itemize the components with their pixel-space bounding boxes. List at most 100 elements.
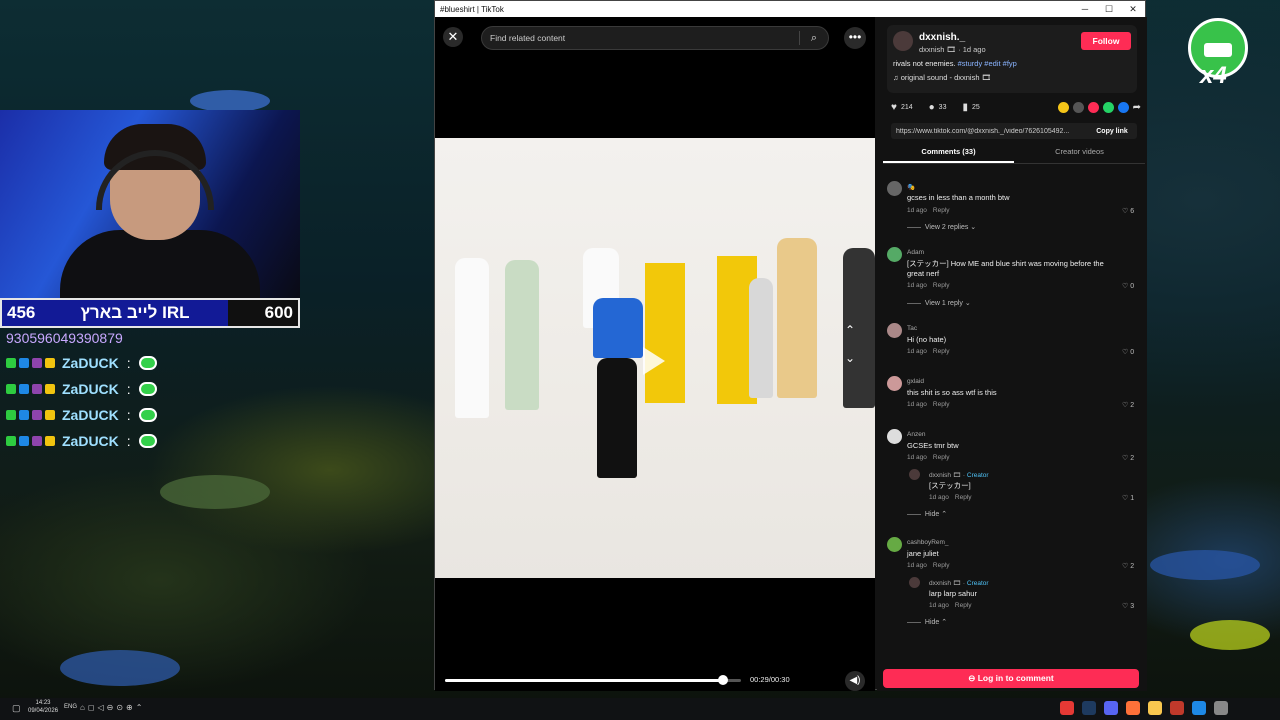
minimize-button[interactable]: ─ (1073, 4, 1097, 14)
more-options-icon[interactable]: ••• (844, 27, 866, 49)
view-replies-button[interactable]: —— View 2 replies ⌄ (907, 223, 976, 231)
play-icon[interactable] (643, 347, 665, 375)
app-icon[interactable] (1192, 701, 1206, 715)
next-video-icon[interactable]: ⌄ (845, 351, 855, 365)
search-input[interactable] (482, 33, 799, 43)
comment-time: 1d ago (907, 207, 927, 214)
comment-likes[interactable]: ♡ 0 (1122, 282, 1134, 290)
follow-button[interactable]: Follow (1081, 32, 1131, 50)
volume-icon[interactable]: ◀) (845, 671, 865, 691)
search-icon[interactable]: ⌕ (800, 32, 828, 45)
avatar[interactable] (887, 537, 902, 552)
close-window-button[interactable]: ✕ (1121, 4, 1145, 15)
system-tray-icons[interactable]: ⌂◻◁⊖⊙⊕⌃ (80, 703, 145, 712)
time-display: 00:29/00:30 (750, 675, 790, 684)
reply-author-name[interactable]: dxxnish 🎞 · (929, 580, 967, 587)
comment-author[interactable]: Adam (907, 249, 924, 256)
reply-button[interactable]: Reply (933, 562, 950, 569)
avatar[interactable] (909, 469, 920, 480)
reply-button[interactable]: Reply (933, 282, 950, 289)
login-to-comment-button[interactable]: ⊖ Log in to comment (883, 669, 1139, 688)
avatar[interactable] (887, 429, 902, 444)
video-frame[interactable] (435, 138, 875, 578)
avatar[interactable] (887, 323, 902, 338)
clock[interactable]: 14:23 09/04/2026 (28, 699, 58, 715)
tab-comments[interactable]: Comments (33) (883, 147, 1014, 163)
share-arrow-icon[interactable]: ➦ (1133, 102, 1141, 113)
comment-likes[interactable]: ♡ 2 (1122, 454, 1134, 462)
tab-creator-videos[interactable]: Creator videos (1014, 147, 1145, 163)
comment-likes[interactable]: ♡ 2 (1122, 401, 1134, 409)
facebook-icon[interactable] (1117, 101, 1129, 113)
view-replies-button[interactable]: —— View 1 reply ⌄ (907, 299, 971, 307)
badge-icon (19, 358, 29, 368)
comment-author[interactable]: cashboyRem_ (907, 539, 949, 546)
bookmark-icon[interactable]: ▮ (962, 102, 968, 113)
comment-likes[interactable]: ♡ 0 (1122, 348, 1134, 356)
progress-knob[interactable] (718, 675, 729, 685)
obs-icon[interactable] (1170, 701, 1184, 715)
caption-hashtags[interactable]: #sturdy #edit #fyp (958, 59, 1017, 68)
avatar[interactable] (887, 376, 902, 391)
music-info[interactable]: ♫ original sound - dxxnish 🎞 (893, 73, 991, 82)
reply-likes[interactable]: ♡ 3 (1122, 602, 1134, 610)
close-icon[interactable]: ✕ (443, 27, 463, 47)
file-explorer-icon[interactable] (1148, 701, 1162, 715)
notification-icon[interactable]: ▢ (12, 703, 21, 714)
maximize-button[interactable]: ☐ (1097, 4, 1121, 15)
comment-author[interactable]: 🎭 (907, 183, 915, 191)
whatsapp-icon[interactable] (1102, 101, 1114, 113)
comment-likes[interactable]: ♡ 2 (1122, 562, 1134, 570)
badge-icon (6, 410, 16, 420)
avatar[interactable] (887, 181, 902, 196)
reply-button[interactable]: Reply (933, 454, 950, 461)
search-bar[interactable]: ⌕ (481, 26, 829, 50)
reply-button[interactable]: Reply (933, 401, 950, 408)
reply-likes[interactable]: ♡ 1 (1122, 494, 1134, 502)
reply-button[interactable]: Reply (955, 494, 972, 501)
firefox-icon[interactable] (1126, 701, 1140, 715)
reply-button[interactable]: Reply (933, 348, 950, 355)
copy-link-button[interactable]: Copy link (1087, 128, 1137, 135)
discord-icon[interactable] (1104, 701, 1118, 715)
reply-meta: 1d ago Reply (929, 602, 978, 609)
chat-line: ZaDUCK : (6, 352, 176, 374)
app-icon[interactable] (1214, 701, 1228, 715)
badge-icon (45, 410, 55, 420)
language-indicator[interactable]: ENG (64, 704, 77, 710)
comment-meta: 1d ago Reply (907, 207, 956, 214)
comment-author[interactable]: gxlaid (907, 378, 924, 385)
comment-author[interactable]: Anzen (907, 431, 925, 438)
avatar[interactable] (909, 577, 920, 588)
author-card: dxxnish._ dxxnish 🎞 · 1d ago Follow riva… (887, 25, 1137, 93)
reply-button[interactable]: Reply (933, 207, 950, 214)
app-icon[interactable] (1060, 701, 1074, 715)
steam-icon[interactable] (1082, 701, 1096, 715)
hide-replies-button[interactable]: —— Hide ⌃ (907, 510, 947, 518)
reply-button[interactable]: Reply (955, 602, 972, 609)
share-coin-icon[interactable] (1057, 101, 1069, 113)
reply-author: dxxnish 🎞 · Creator (929, 471, 989, 479)
like-count: 214 (900, 103, 913, 111)
avatar[interactable] (887, 247, 902, 262)
dancer-figure (593, 298, 643, 358)
comment-author[interactable]: Tac (907, 325, 917, 332)
progress-bar[interactable] (445, 675, 741, 685)
badge-icon (6, 384, 16, 394)
previous-video-icon[interactable]: ⌃ (845, 323, 855, 337)
comment-likes[interactable]: ♡ 6 (1122, 207, 1134, 215)
like-count: 1 (1130, 495, 1135, 502)
comment-icon[interactable]: ● (929, 102, 935, 113)
author-username[interactable]: dxxnish._ (919, 32, 965, 43)
like-count: 0 (1130, 349, 1135, 356)
hide-replies-button[interactable]: —— Hide ⌃ (907, 618, 947, 626)
creator-badge: Creator (966, 472, 989, 479)
hide-replies-label: Hide ⌃ (924, 619, 948, 626)
heart-icon[interactable]: ♥ (891, 102, 897, 113)
avatar[interactable] (893, 31, 913, 51)
reply-author-name[interactable]: dxxnish 🎞 · (929, 472, 967, 479)
chat-username: ZaDUCK (62, 355, 119, 371)
share-send-icon[interactable] (1087, 101, 1099, 113)
reply-meta: 1d ago Reply (929, 494, 978, 501)
embed-icon[interactable] (1072, 101, 1084, 113)
